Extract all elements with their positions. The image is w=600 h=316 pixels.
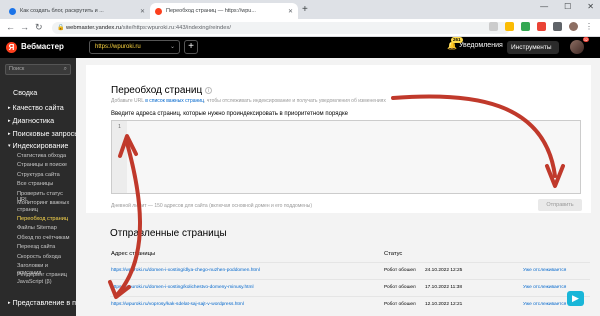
sidebar-sub-item[interactable]: Структура сайта (17, 172, 73, 179)
page-description: Добавьте URL в список важных страниц, чт… (111, 98, 386, 104)
table-cell-status: Робот обошел (384, 285, 416, 290)
sidebar-sub-item[interactable]: Переезд сайта (17, 244, 73, 251)
extension-icon[interactable] (521, 22, 530, 31)
tools-label: Инструменты (511, 44, 552, 51)
table-cell-status: Робот обошел (384, 302, 416, 307)
avatar-badge: 32 (582, 37, 589, 42)
important-pages-link[interactable]: в список важных страниц (145, 98, 204, 104)
page-title: Переобход страниц i (111, 85, 213, 96)
table-cell-url[interactable]: https://wpuroki.ru/voprosy/kak-sdelat-sa… (111, 302, 244, 307)
sent-pages-title: Отправленные страницы (110, 228, 227, 239)
lock-icon: 🔒 (57, 25, 65, 31)
tab-title: Как создать блог, раскрутить и ... (20, 8, 104, 14)
sidebar: Поиск ⌕ Сводка Качество сайта Диагностика П… (0, 58, 76, 316)
sidebar-sub-item[interactable]: Рендеринг страниц JavaScript (β) (17, 272, 73, 285)
close-tab-icon[interactable]: ✕ (288, 8, 293, 15)
close-tab-icon[interactable]: ✕ (140, 8, 145, 15)
table-cell-date: 12.10.2022 12:21 (425, 302, 463, 307)
tab-favicon-icon (155, 7, 162, 15)
urls-textarea[interactable]: 1 (111, 120, 581, 194)
desc-suffix: , чтобы отслеживать индексирование и пол… (203, 98, 386, 104)
search-icon: ⌕ (63, 66, 67, 72)
app-title[interactable]: Вебмастер (21, 42, 64, 51)
minimize-icon[interactable]: — (540, 2, 548, 11)
window-controls: — ☐ ✕ (540, 2, 594, 11)
url-host: webmaster.yandex.ru (66, 25, 122, 31)
sidebar-section[interactable]: Сводка (13, 88, 37, 97)
yandex-logo[interactable]: Я (6, 42, 17, 53)
table-cell-url[interactable]: https://wpuroki.ru/domen-i-xosting/dlya-… (111, 268, 260, 273)
notifications-button[interactable]: 🔔 261 Уведомления (447, 37, 503, 50)
page-title-text: Переобход страниц (111, 85, 203, 96)
sidebar-sub-item[interactable]: Мониторинг важных страниц (17, 200, 73, 213)
input-label: Введите адреса страниц, которые нужно пр… (111, 111, 348, 117)
table-row-divider (110, 262, 590, 263)
table-cell-date: 24.10.2022 12:25 (425, 268, 463, 273)
browser-tab-bar: Как создать блог, раскрутить и ... ✕ Пер… (0, 0, 600, 19)
bell-icon: 🔔 261 (447, 37, 463, 50)
sidebar-section[interactable]: Качество сайта (8, 103, 64, 112)
back-icon[interactable]: ← (6, 22, 15, 32)
extension-icon[interactable] (537, 22, 546, 31)
new-tab-button[interactable]: + (302, 4, 308, 15)
menu-dots-icon[interactable]: ⋮ (585, 22, 594, 31)
notifications-label: Уведомления (459, 42, 503, 49)
reload-icon[interactable]: ↻ (35, 22, 43, 33)
star-icon[interactable] (505, 22, 514, 31)
extension-icons: ⋮ (489, 22, 594, 31)
sidebar-item-search-appearance[interactable]: Представление в поиске (8, 298, 76, 307)
table-cell-track-link[interactable]: Уже отслеживается (523, 302, 566, 307)
sidebar-sub-item[interactable]: Статистика обхода (17, 153, 73, 160)
info-icon[interactable]: i (205, 87, 213, 94)
line-number: 1 (112, 121, 127, 193)
add-site-button[interactable]: + (184, 40, 198, 54)
sidebar-sub-item[interactable]: Обход по счётчикам (17, 235, 73, 242)
close-window-icon[interactable]: ✕ (587, 2, 594, 11)
chevron-down-icon: ⌄ (169, 44, 175, 50)
sidebar-section[interactable]: Диагностика (8, 116, 55, 125)
search-placeholder: Поиск (9, 66, 25, 72)
sidebar-search-input[interactable]: Поиск ⌕ (5, 64, 71, 75)
column-url-header: Адрес страницы (111, 251, 156, 257)
sidebar-sub-item[interactable]: Скорость обхода (17, 254, 73, 261)
column-status-header: Статус (384, 251, 403, 257)
tab-favicon-icon (9, 7, 16, 15)
sidebar-sub-item[interactable]: Переобход страниц (17, 216, 73, 223)
browser-toolbar: ← → ↻ 🔒 webmaster.yandex.ru/site/https:w… (0, 19, 600, 37)
site-selector[interactable]: https://wpuroki.ru ⌄ (89, 40, 180, 54)
address-bar[interactable]: 🔒 webmaster.yandex.ru/site/https:wpuroki… (52, 22, 510, 34)
tools-dropdown[interactable]: Инструменты ⌄ (507, 41, 559, 64)
puzzle-icon[interactable] (553, 22, 562, 31)
sidebar-sub-item[interactable]: Все страницы (17, 181, 73, 188)
browser-tab-blog[interactable]: Как создать блог, раскрутить и ... ✕ (4, 3, 150, 19)
share-icon[interactable] (489, 22, 498, 31)
sidebar-sub-item[interactable]: Страницы в поиске (17, 162, 73, 169)
forward-icon[interactable]: → (20, 22, 29, 32)
table-row-divider (110, 296, 590, 297)
sidebar-sub-item[interactable]: Файлы Sitemap (17, 225, 73, 232)
play-icon[interactable]: ▶ (567, 291, 584, 306)
table-row-divider (110, 279, 590, 280)
reindex-panel: Переобход страниц i Добавьте URL в список… (86, 65, 591, 213)
maximize-icon[interactable]: ☐ (564, 2, 571, 11)
table-cell-track-link[interactable]: Уже отслеживается (523, 285, 566, 290)
avatar[interactable]: 32 (570, 37, 589, 54)
quota-note: Дневной лимит — 150 адресов для сайта (в… (111, 203, 313, 209)
url-path: /site/https:wpuroki.ru:443/indexing/rein… (121, 25, 231, 31)
notifications-count: 261 (451, 37, 463, 43)
profile-icon[interactable] (569, 22, 578, 31)
site-selector-value: https://wpuroki.ru (95, 44, 141, 50)
webmaster-header: Я Вебмастер https://wpuroki.ru ⌄ + 🔔 261 … (0, 37, 600, 64)
desc-prefix: Добавьте URL (111, 98, 144, 104)
tab-title: Переобход страниц — https://wpu... (166, 8, 256, 14)
table-cell-status: Робот обошел (384, 268, 416, 273)
sidebar-section[interactable]: Поисковые запросы (8, 129, 76, 138)
table-cell-track-link[interactable]: Уже отслеживается (523, 268, 566, 273)
send-button[interactable]: Отправить (538, 199, 582, 211)
browser-tab-reindex[interactable]: Переобход страниц — https://wpu... ✕ (150, 3, 298, 19)
table-cell-url[interactable]: https://wpuroki.ru/domen-i-xosting/kolic… (111, 285, 254, 290)
sidebar-section[interactable]: Индексирование (8, 141, 69, 150)
table-cell-date: 17.10.2022 11:38 (425, 285, 462, 290)
